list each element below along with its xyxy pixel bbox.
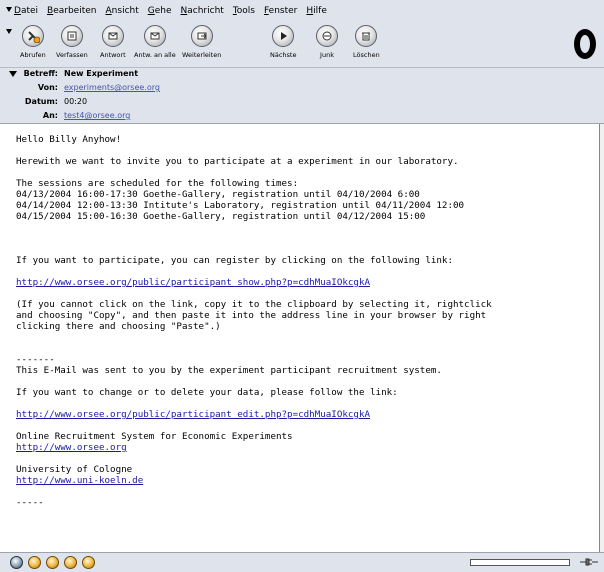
- register-link[interactable]: http://www.orsee.org/public/participant_…: [16, 277, 370, 288]
- delete-button[interactable]: Löschen: [353, 25, 380, 59]
- forward-button[interactable]: Weiterleiten: [182, 25, 221, 59]
- online-status-icon[interactable]: [578, 557, 600, 569]
- menu-bar: Datei Bearbeiten Ansicht Gehe Nachricht …: [0, 0, 604, 22]
- get-mail-button[interactable]: Abrufen: [20, 25, 46, 59]
- session-line: 04/14/2004 12:00-13:30 Intitute's Labora…: [16, 200, 465, 211]
- next-label: Nächste: [270, 51, 297, 59]
- progress-bar: [470, 559, 570, 566]
- from-address-link[interactable]: experiments@orsee.org: [64, 82, 160, 94]
- menu-hilfe[interactable]: Hilfe: [306, 6, 327, 16]
- menu-bearbeiten[interactable]: Bearbeiten: [47, 6, 96, 16]
- from-label: Von:: [37, 83, 58, 92]
- invite-text: Herewith we want to invite you to partic…: [16, 156, 459, 167]
- menu-tools[interactable]: Tools: [233, 6, 255, 16]
- subject-row: Betreff: New Experiment: [0, 68, 138, 80]
- copy-hint-line: (If you cannot click on the link, copy i…: [16, 299, 492, 310]
- menu-nachricht[interactable]: Nachricht: [181, 6, 224, 16]
- chat-icon[interactable]: [82, 556, 95, 569]
- date-label: Datum:: [24, 97, 58, 106]
- junk-button[interactable]: Junk: [316, 25, 338, 59]
- delete-label: Löschen: [353, 51, 380, 59]
- forward-icon: [190, 25, 213, 47]
- vertical-scrollbar[interactable]: [599, 124, 604, 552]
- junk-icon: [316, 25, 338, 47]
- navigator-icon[interactable]: [10, 556, 23, 569]
- reply-all-icon: [143, 25, 166, 47]
- menu-ansicht[interactable]: Ansicht: [106, 6, 139, 16]
- to-address-link[interactable]: test4@orsee.org: [64, 110, 130, 122]
- session-line: 04/13/2004 16:00-17:30 Goethe-Gallery, r…: [16, 189, 420, 200]
- menu-datei[interactable]: Datei: [14, 6, 38, 16]
- activity-throbber[interactable]: [568, 24, 602, 64]
- address-book-icon[interactable]: [64, 556, 77, 569]
- separator-line: -------: [16, 354, 55, 365]
- date-row: Datum: 00:20: [0, 96, 87, 108]
- message-header: Betreff: New Experiment Von: experiments…: [0, 68, 604, 124]
- system-note: This E-Mail was sent to you by the exper…: [16, 365, 442, 376]
- forward-label: Weiterleiten: [182, 51, 222, 59]
- get-mail-icon: [21, 25, 44, 47]
- date-value: 00:20: [64, 97, 88, 106]
- edit-link[interactable]: http://www.orsee.org/public/participant_…: [16, 409, 370, 420]
- register-text: If you want to participate, you can regi…: [16, 255, 453, 266]
- compose-icon: [60, 25, 83, 47]
- reply-all-label: Antw. an alle: [134, 51, 176, 59]
- toolbar-grip[interactable]: [0, 22, 14, 44]
- change-text: If you want to change or to delete your …: [16, 387, 398, 398]
- university-link[interactable]: http://www.uni-koeln.de: [16, 475, 143, 486]
- trash-icon: [355, 25, 378, 47]
- junk-label: Junk: [320, 51, 334, 59]
- message-body: Hello Billy Anyhow! Herewith we want to …: [0, 124, 600, 552]
- to-label: An:: [42, 111, 58, 120]
- menubar-grip[interactable]: [0, 0, 14, 22]
- mail-icon[interactable]: [28, 556, 41, 569]
- status-bar: [0, 552, 604, 572]
- subject-value: New Experiment: [64, 69, 139, 78]
- reply-all-button[interactable]: Antw. an alle: [134, 25, 176, 59]
- from-row: Von: experiments@orsee.org: [0, 82, 160, 94]
- to-row: An: test4@orsee.org: [0, 110, 130, 122]
- reply-label: Antwort: [100, 51, 126, 59]
- menu-fenster[interactable]: Fenster: [264, 6, 297, 16]
- copy-hint-line: clicking there and choosing "Paste".): [16, 321, 221, 332]
- orsee-name: Online Recruitment System for Economic E…: [16, 431, 293, 442]
- reply-icon: [101, 25, 124, 47]
- menu-gehe[interactable]: Gehe: [148, 6, 172, 16]
- copy-hint-line: and choosing "Copy", and then paste it i…: [16, 310, 487, 321]
- composer-icon[interactable]: [46, 556, 59, 569]
- compose-button[interactable]: Verfassen: [56, 25, 88, 59]
- orsee-link[interactable]: http://www.orsee.org: [16, 442, 127, 453]
- subject-label: Betreff:: [23, 69, 58, 78]
- next-arrow-icon: [272, 25, 295, 47]
- next-button[interactable]: Nächste: [270, 25, 296, 59]
- reply-button[interactable]: Antwort: [100, 25, 126, 59]
- end-separator: -----: [16, 497, 44, 508]
- mail-toolbar: Abrufen Verfassen Antwort Antw. an alle …: [0, 22, 604, 68]
- sessions-intro: The sessions are scheduled for the follo…: [16, 178, 299, 189]
- session-line: 04/15/2004 15:00-16:30 Goethe-Gallery, r…: [16, 211, 426, 222]
- university-name: University of Cologne: [16, 464, 133, 475]
- get-mail-label: Abrufen: [20, 51, 46, 59]
- greeting-text: Hello Billy Anyhow!: [16, 134, 122, 145]
- compose-label: Verfassen: [56, 51, 88, 59]
